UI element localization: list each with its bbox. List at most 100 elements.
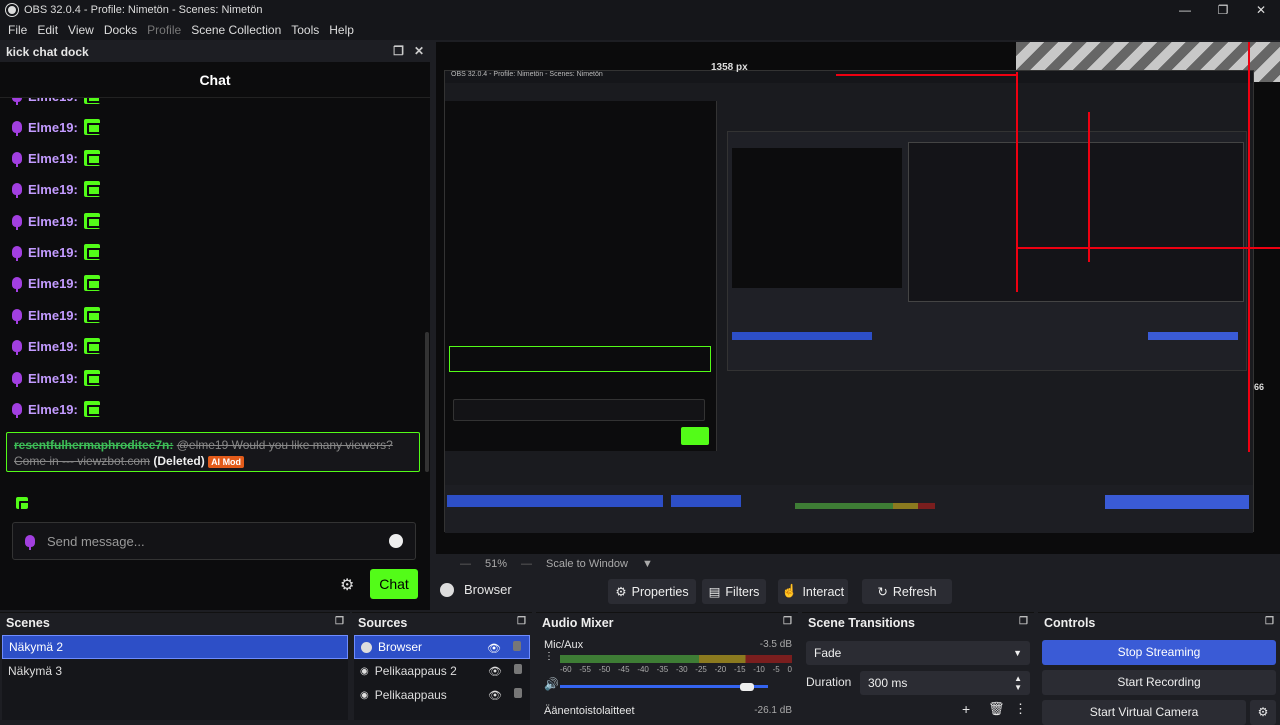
nested-stream-button	[1148, 332, 1238, 340]
menu-profile[interactable]: Profile	[142, 23, 186, 37]
message-username[interactable]: Elme19:	[28, 245, 78, 260]
maximize-button[interactable]: ❐	[1204, 0, 1242, 20]
preview-canvas[interactable]: OBS 32.0.4 - Profile: Nimetön - Scenes: …	[436, 42, 1280, 554]
chat-scrollbar[interactable]	[425, 332, 429, 472]
trash-icon[interactable]: 🗑	[988, 701, 1005, 717]
minimize-button[interactable]: —	[1166, 0, 1204, 20]
gamepad-icon: ◉	[360, 689, 369, 701]
volume-meter	[560, 655, 792, 663]
source-item[interactable]: Browser 👁	[354, 635, 530, 659]
deleted-message: resentfulhermaphroditee7n: @elme19 Would…	[6, 432, 420, 472]
message-username[interactable]: Elme19:	[28, 214, 78, 229]
properties-button[interactable]: ⚙ Properties	[608, 579, 696, 604]
speaker-icon[interactable]: 🔊	[544, 677, 559, 691]
message-username[interactable]: Elme19:	[28, 151, 78, 166]
channel-menu-icon[interactable]: ⋮	[544, 651, 554, 662]
channel-db: -26.1 dB	[754, 705, 792, 716]
tick-label: 0	[787, 665, 792, 674]
lock-icon[interactable]	[513, 641, 521, 651]
nested-chat-button	[681, 427, 709, 445]
microphone-icon	[12, 183, 22, 198]
visibility-eye-icon[interactable]: 👁	[488, 665, 502, 678]
close-button[interactable]: ✕	[1242, 0, 1280, 20]
emoji-icon[interactable]	[389, 534, 403, 548]
refresh-button[interactable]: ↻ Refresh	[862, 579, 952, 604]
spin-arrows-icon[interactable]: ▲ ▼	[1014, 674, 1022, 692]
more-icon[interactable]: ⋮	[1014, 701, 1027, 717]
message-username[interactable]: Elme19:	[28, 98, 78, 104]
float-dock-icon[interactable]: ❐	[783, 616, 792, 627]
start-recording-button[interactable]: Start Recording	[1042, 670, 1276, 695]
tick-label: -50	[598, 665, 611, 674]
emote-icon	[83, 98, 101, 104]
deleted-label: (Deleted)	[153, 454, 205, 468]
transition-select[interactable]: Fade ▼	[806, 641, 1030, 665]
emote-icon	[83, 244, 101, 260]
message-username[interactable]: Elme19:	[28, 339, 78, 354]
volume-slider[interactable]	[560, 685, 768, 688]
volume-slider-knob[interactable]	[740, 683, 754, 691]
float-dock-icon[interactable]: ❐	[335, 616, 344, 627]
lock-icon[interactable]	[514, 664, 522, 674]
scenes-title: Scenes	[6, 616, 50, 630]
chat-messages[interactable]: Elme19: Elme19: Elme19: Elme19: Elme19: Elme1…	[0, 98, 426, 428]
nested-stop-stream	[1105, 495, 1249, 509]
chat-message: Elme19:	[12, 119, 101, 136]
lock-icon[interactable]	[514, 688, 522, 698]
menu-file[interactable]: File	[3, 23, 32, 37]
message-username[interactable]: Elme19:	[28, 182, 78, 197]
duration-field[interactable]: 300 ms ▲ ▼	[860, 671, 1030, 695]
chat-settings-icon[interactable]: ⚙	[340, 575, 354, 595]
tick-label: -55	[579, 665, 591, 674]
menu-help[interactable]: Help	[324, 23, 359, 37]
menu-tools[interactable]: Tools	[286, 23, 324, 37]
scene-item[interactable]: Näkymä 3	[2, 659, 348, 683]
message-username[interactable]: Elme19:	[28, 276, 78, 291]
menu-edit[interactable]: Edit	[32, 23, 63, 37]
menu-scene-collection[interactable]: Scene Collection	[186, 23, 286, 37]
menu-docks[interactable]: Docks	[99, 23, 142, 37]
message-username[interactable]: Elme19:	[28, 371, 78, 386]
microphone-icon	[12, 121, 22, 136]
side-label: 66	[1254, 382, 1265, 392]
guide-line-h2	[836, 74, 1016, 76]
message-username[interactable]: resentfulhermaphroditee7n:	[14, 438, 173, 452]
float-dock-icon[interactable]: ❐	[1019, 616, 1028, 627]
menu-view[interactable]: View	[63, 23, 99, 37]
visibility-eye-icon[interactable]: 👁	[487, 642, 501, 655]
zoom-bar: — 51% — Scale to Window ▼	[436, 554, 1280, 574]
dock-title: kick chat dock	[6, 45, 89, 59]
chat-message: Elme19:	[12, 401, 101, 418]
sources-list: Browser 👁 ◉ Pelikaappaus 2 👁 ◉ Pelikaappaus 👁	[354, 635, 530, 720]
guide-line-v1	[1016, 72, 1018, 292]
message-username[interactable]: Elme19:	[28, 402, 78, 417]
zoom-mode[interactable]: Scale to Window	[546, 558, 628, 570]
zoom-percent[interactable]: 51%	[485, 558, 507, 570]
chat-send-button[interactable]: Chat	[370, 569, 418, 599]
send-message-input[interactable]: Send message...	[12, 522, 416, 560]
float-dock-icon[interactable]: ❐	[393, 44, 404, 58]
float-dock-icon[interactable]: ❐	[517, 616, 526, 627]
message-username[interactable]: Elme19:	[28, 120, 78, 135]
close-dock-icon[interactable]: ✕	[414, 44, 424, 58]
zoom-dropdown-icon[interactable]: ▼	[642, 558, 653, 570]
source-item[interactable]: ◉ Pelikaappaus 👁	[354, 683, 530, 707]
microphone-icon	[12, 152, 22, 167]
stop-streaming-button[interactable]: Stop Streaming	[1042, 640, 1276, 665]
tick-label: -5	[772, 665, 780, 674]
visibility-eye-icon[interactable]: 👁	[488, 689, 502, 702]
message-username[interactable]: Elme19:	[28, 308, 78, 323]
vcam-settings-gear-icon[interactable]: ⚙	[1250, 700, 1276, 725]
interact-button[interactable]: ☝ Interact	[778, 579, 848, 604]
microphone-icon	[12, 277, 22, 292]
add-icon[interactable]: +	[962, 701, 970, 717]
start-virtual-camera-button[interactable]: Start Virtual Camera	[1042, 700, 1246, 725]
source-item[interactable]: ◉ Pelikaappaus 2 👁	[354, 659, 530, 683]
scene-item[interactable]: Näkymä 2	[2, 635, 348, 659]
nested-chat-2	[732, 148, 902, 288]
emote-icon	[83, 150, 101, 166]
filters-button[interactable]: ▤ Filters	[702, 579, 766, 604]
float-dock-icon[interactable]: ❐	[1265, 616, 1274, 627]
mixer-title: Audio Mixer	[542, 616, 614, 630]
meter-ticks: -60 -55 -50 -45 -40 -35 -30 -25 -20 -15 -10 -5 0	[560, 665, 792, 674]
